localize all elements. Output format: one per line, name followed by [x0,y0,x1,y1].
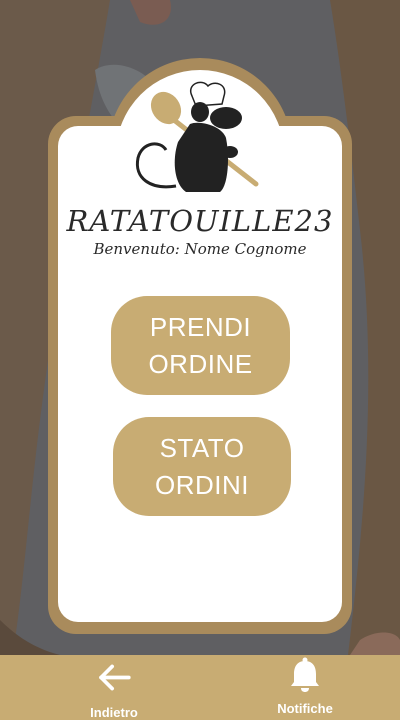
welcome-text: Benvenuto: Nome Cognome [93,240,307,258]
order-status-button[interactable]: STATO ORDINI [113,417,291,516]
chef-rat-logo [135,81,259,192]
notifications-button[interactable]: Notifiche [255,655,355,720]
back-button[interactable]: Indietro [64,655,164,720]
arrow-left-icon [99,664,131,691]
brand-title: RATATOUILLE23 [66,204,334,238]
order-status-label-line1: STATO [159,432,245,463]
take-order-button[interactable]: PRENDI ORDINE [111,296,290,395]
back-label: Indietro [90,705,138,720]
bottom-navigation: Indietro Notifiche [0,655,400,720]
bell-icon [291,657,319,692]
notifications-label: Notifiche [277,701,333,716]
take-order-label-line1: PRENDI [149,311,252,342]
take-order-label-line2: ORDINE [148,348,253,379]
order-status-label-line2: ORDINI [155,469,249,500]
